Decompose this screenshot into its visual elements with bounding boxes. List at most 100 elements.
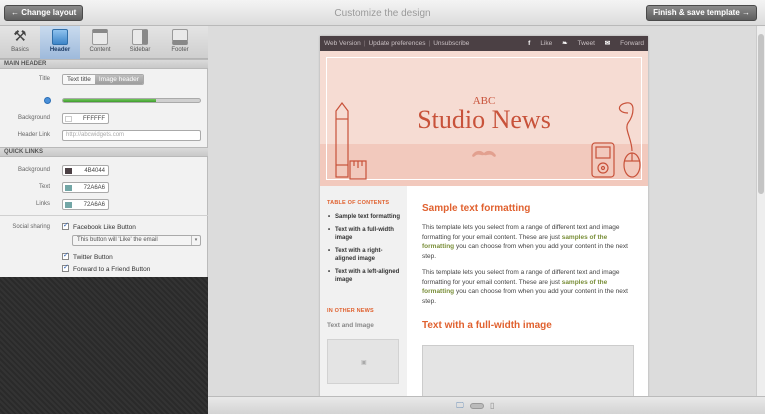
forward-mail-icon: ✉	[604, 40, 611, 47]
email-sidebar: TABLE OF CONTENTS Sample text formatting…	[320, 186, 407, 396]
header-link-label: Header Link	[17, 132, 50, 138]
facebook-like-checkbox[interactable]: Facebook Like Button	[62, 222, 136, 232]
scrollbar-thumb[interactable]	[758, 34, 764, 194]
color-swatch	[65, 116, 72, 122]
checkbox-label: Facebook Like Button	[73, 224, 136, 231]
content-layout-icon	[92, 29, 108, 45]
twitter-button-checkbox[interactable]: Twitter Button	[62, 252, 113, 262]
color-hex: FFFFFF	[83, 116, 105, 122]
email-template-preview: Web Version | Update preferences | Unsubscri…	[320, 36, 648, 396]
social-sharing-label: Social sharing	[12, 224, 50, 230]
quick-links-background-label: Background	[17, 167, 50, 173]
quick-links-text-color-field[interactable]: 72A6A6	[62, 182, 109, 193]
quick-links-section-title: QUICK LINKS	[0, 147, 208, 157]
select-value: This button will 'Like' the email	[77, 237, 158, 243]
tab-label: Basics	[11, 47, 29, 53]
facebook-icon: f	[528, 40, 531, 47]
tab-label: Footer	[171, 47, 189, 53]
device-preview-bar: 🖵 ▯	[208, 396, 765, 414]
color-hex: 72A6A6	[83, 202, 105, 208]
tweet-label: Tweet	[577, 40, 595, 47]
info-icon[interactable]	[44, 97, 51, 104]
checkbox-label: Twitter Button	[73, 254, 113, 261]
header-link-input[interactable]: http://abcwidgets.com	[62, 130, 201, 141]
toc-item[interactable]: Text with a full-width image	[327, 226, 403, 242]
toc-list: Sample text formatting Text with a full-…	[327, 213, 403, 289]
color-swatch	[65, 168, 72, 174]
settings-tabs: ⚒ Basics Header Content Sidebar Footer	[0, 26, 208, 59]
design-settings-panel: ⚒ Basics Header Content Sidebar Footer M…	[0, 26, 208, 414]
web-version-link[interactable]: Web Version	[324, 40, 361, 47]
mustache-icon	[472, 150, 496, 157]
other-news-heading: IN OTHER NEWS	[327, 308, 374, 314]
email-preview-area[interactable]: Web Version | Update preferences | Unsubscri…	[208, 26, 765, 396]
checkbox-checked-icon	[62, 252, 69, 260]
text-title-option[interactable]: Text title	[63, 75, 95, 84]
mobile-preview-icon[interactable]: ▯	[490, 401, 494, 410]
finish-save-template-button[interactable]: Finish & save template →	[646, 5, 757, 21]
color-hex: 72A6A6	[83, 185, 105, 191]
tab-label: Sidebar	[129, 47, 151, 53]
panel-background-texture	[0, 277, 208, 414]
device-toggle-switch[interactable]	[470, 403, 484, 409]
tab-content[interactable]: Content	[80, 26, 120, 59]
tab-footer[interactable]: Footer	[160, 26, 200, 59]
sidebar-layout-icon	[132, 29, 148, 45]
title-type-toggle: Text title Image header	[62, 74, 144, 85]
section-heading: Sample text formatting	[422, 203, 531, 214]
toc-item[interactable]: Sample text formatting	[327, 213, 403, 221]
slider-fill	[63, 99, 157, 102]
like-label: Like	[540, 40, 553, 47]
forward-link[interactable]: ✉ Forward	[605, 40, 644, 47]
tweet-link[interactable]: ❧ Tweet	[562, 40, 595, 47]
image-placeholder-icon: ▣	[361, 360, 367, 366]
preview-scrollbar[interactable]	[756, 26, 765, 396]
top-toolbar: ← Change layout Customize the design Fin…	[0, 0, 765, 26]
quick-links-links-label: Links	[35, 201, 50, 207]
tab-label: Content	[89, 47, 111, 53]
tab-basics[interactable]: ⚒ Basics	[0, 26, 40, 59]
update-preferences-link[interactable]: Update preferences	[368, 40, 425, 47]
background-label: Background	[17, 115, 50, 121]
quick-links-text-label: Text	[38, 184, 50, 190]
checkbox-checked-icon	[62, 222, 69, 230]
header-background-color-field[interactable]: FFFFFF	[62, 113, 109, 124]
title-label: Title	[38, 76, 50, 82]
checkbox-label: Forward to a Friend Button	[73, 266, 151, 273]
unsubscribe-link[interactable]: Unsubscribe	[433, 40, 469, 47]
toc-item[interactable]: Text with a left-aligned image	[327, 268, 403, 284]
desktop-preview-icon[interactable]: 🖵	[456, 401, 464, 411]
facebook-like-select[interactable]: This button will 'Like' the email ▾	[72, 235, 201, 246]
checkbox-checked-icon	[62, 264, 69, 272]
forward-friend-checkbox[interactable]: Forward to a Friend Button	[62, 264, 151, 274]
quick-links-background-color-field[interactable]: 4B4044	[62, 165, 109, 176]
music-player-mouse-illustration	[591, 102, 641, 178]
pencil-ruler-illustration	[335, 102, 367, 180]
forward-label: Forward	[620, 40, 644, 47]
tab-sidebar[interactable]: Sidebar	[120, 26, 160, 59]
color-swatch	[65, 202, 72, 208]
other-news-title: Text and Image	[327, 322, 374, 329]
quick-links-bar: Web Version | Update preferences | Unsubscri…	[320, 36, 648, 51]
header-size-slider[interactable]	[62, 98, 201, 103]
facebook-like-link[interactable]: f Like	[528, 40, 552, 47]
tab-header[interactable]: Header	[40, 26, 80, 59]
chevron-down-icon: ▾	[191, 236, 200, 245]
color-hex: 4B4044	[84, 168, 105, 174]
section-heading: Text with a full-width image	[422, 320, 552, 331]
quick-links-links-color-field[interactable]: 72A6A6	[62, 199, 109, 210]
image-header-option[interactable]: Image header	[94, 75, 143, 84]
main-header-section-title: MAIN HEADER	[0, 59, 208, 69]
image-placeholder: ▣	[327, 339, 399, 384]
email-header-image: ABC Studio News	[320, 51, 648, 186]
body-paragraph: This template lets you select from a ran…	[422, 223, 634, 261]
body-paragraph: This template lets you select from a ran…	[422, 268, 634, 306]
toc-item[interactable]: Text with a right-aligned image	[327, 247, 403, 263]
color-swatch	[65, 185, 72, 191]
toc-heading: TABLE OF CONTENTS	[327, 200, 390, 206]
divider	[0, 215, 208, 216]
header-layout-icon	[52, 29, 68, 45]
wrench-icon: ⚒	[13, 28, 27, 45]
tab-label: Header	[49, 47, 71, 53]
footer-layout-icon	[172, 29, 188, 45]
